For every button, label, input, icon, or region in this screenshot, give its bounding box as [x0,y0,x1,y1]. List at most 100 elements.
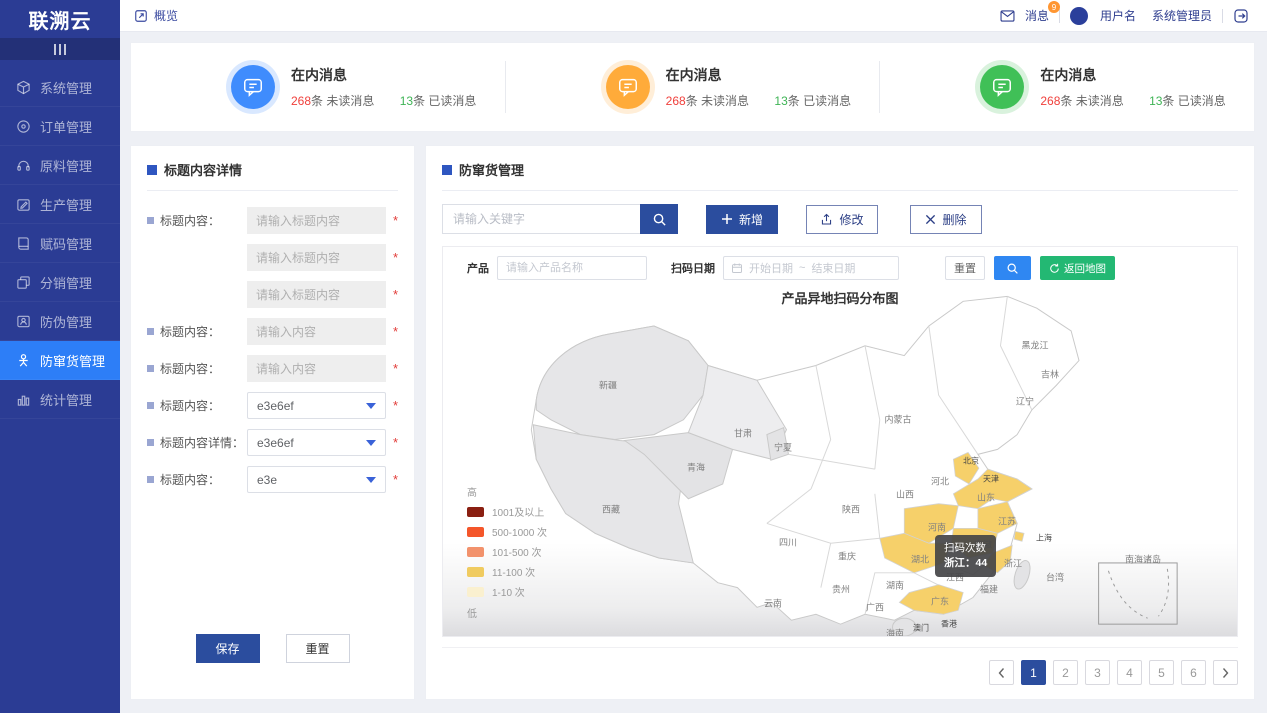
sidebar-item-production[interactable]: 生产管理 [0,185,120,224]
chevron-down-icon [366,403,376,409]
app-logo: 联溯云 [0,0,120,38]
breadcrumb[interactable]: 概览 [154,7,178,24]
page-button-1[interactable]: 1 [1021,660,1046,685]
sidebar-collapse-button[interactable] [0,38,120,60]
save-button[interactable]: 保存 [196,634,260,663]
form-row: 标题内容： e3e [147,466,398,493]
province-label: 广西 [866,601,884,614]
sidebar-item-label: 统计管理 [40,390,92,409]
sidebar-nav: 系统管理 订单管理 原料管理 生产管理 赋码管理 分销管理 防伪管理 防窜货管 [0,68,120,419]
prev-page-button[interactable] [989,660,1014,685]
title-content-select-2[interactable]: e3e [247,466,386,493]
product-label: 产品 [467,260,489,276]
field-label: 标题内容： [147,323,247,340]
product-name-input[interactable] [497,256,647,280]
messages-button[interactable]: 消息 9 [1025,7,1049,24]
required-marker [386,435,398,450]
province-label: 北京 [963,456,979,467]
page-button-5[interactable]: 5 [1149,660,1174,685]
province-label: 江苏 [998,515,1016,528]
cube-icon [16,80,31,95]
map-legend: 高 1001及以上 500-1000 次 101-500 次 11-100 次 … [467,484,547,620]
reset-button[interactable]: 重置 [286,634,350,663]
date-end-placeholder: 结束日期 [811,260,855,276]
username-label[interactable]: 用户名 [1100,7,1136,24]
field-label: 标题内容： [147,397,247,414]
required-marker [386,287,398,302]
form-row: 标题内容： [147,355,398,382]
province-label: 台湾 [1046,571,1064,584]
mail-icon [1000,10,1015,22]
legend-item: 1001及以上 [467,504,547,519]
title-content-select-1[interactable]: e3e6ef [247,392,386,419]
sidebar-item-materials[interactable]: 原料管理 [0,146,120,185]
province-label: 新疆 [599,379,617,392]
page-button-4[interactable]: 4 [1117,660,1142,685]
legend-swatch [467,567,484,577]
title-detail-select[interactable]: e3e6ef [247,429,386,456]
province-label: 海南 [886,627,904,638]
page-button-3[interactable]: 3 [1085,660,1110,685]
summary-cards: 在内消息 268条 未读消息 13条 已读消息 在内消息 268条 未读消息 1… [130,42,1255,132]
legend-swatch [467,507,484,517]
sidebar-item-distribution[interactable]: 分销管理 [0,263,120,302]
required-marker [386,398,398,413]
export-icon [820,213,833,226]
sidebar-item-anticounterfeit[interactable]: 防伪管理 [0,302,120,341]
field-label: 标题内容： [147,360,247,377]
pagination: 1 2 3 4 5 6 [442,647,1238,685]
search-icon [1006,262,1019,275]
sidebar-item-coding[interactable]: 赋码管理 [0,224,120,263]
unread-count: 268 [291,94,311,108]
search-button[interactable] [640,204,678,234]
sidebar-item-statistics[interactable]: 统计管理 [0,380,120,419]
province-label: 山东 [977,491,995,504]
province-label: 澳门 [913,623,929,634]
province-label: 山西 [896,488,914,501]
next-page-button[interactable] [1213,660,1238,685]
province-label: 宁夏 [774,441,792,454]
title-content-input-2[interactable] [247,244,386,271]
sidebar-item-orders[interactable]: 订单管理 [0,107,120,146]
target-icon [16,119,31,134]
page-button-2[interactable]: 2 [1053,660,1078,685]
form-row: 标题内容： e3e6ef [147,392,398,419]
filter-reset-button[interactable]: 重置 [945,256,985,280]
province-label: 河南 [928,521,946,534]
delete-button[interactable]: 删除 [910,205,982,234]
chevron-down-icon [366,440,376,446]
panel-title-text: 标题内容详情 [164,160,242,179]
close-icon [925,214,936,225]
copy-icon [16,275,31,290]
sidebar-item-system[interactable]: 系统管理 [0,68,120,107]
title-content-input-1[interactable] [247,207,386,234]
page-button-6[interactable]: 6 [1181,660,1206,685]
card-counts: 268条 未读消息 13条 已读消息 [1040,92,1225,109]
content-input-2[interactable] [247,355,386,382]
province-label: 上海 [1036,533,1052,544]
field-label: 标题内容： [147,471,247,488]
back-to-map-button[interactable]: 返回地图 [1040,256,1115,280]
province-label: 浙江 [1004,557,1022,570]
avatar[interactable] [1070,7,1088,25]
sidebar-item-antifleeing[interactable]: 防窜货管理 [0,341,120,380]
panel-title-text: 防窜货管理 [459,160,524,179]
edit-button[interactable]: 修改 [806,205,878,234]
date-separator: ~ [799,262,805,274]
field-label: 标题内容详情： [147,434,247,451]
province-label: 四川 [779,536,797,549]
label-marker [147,328,154,335]
read-count: 13 [400,94,413,108]
add-button[interactable]: 新增 [706,205,778,234]
label-marker [147,217,154,224]
topbar: 概览 消息 9 用户名 系统管理员 [120,0,1267,32]
content-input-1[interactable] [247,318,386,345]
keyword-search-input[interactable] [442,204,640,234]
title-content-input-3[interactable] [247,281,386,308]
summary-card-messages-3: 在内消息 268条 未读消息 13条 已读消息 [880,65,1254,109]
filter-search-button[interactable] [994,256,1031,280]
logout-button[interactable] [1233,8,1249,24]
map-title: 产品异地扫码分布图 [443,288,1237,307]
date-range-picker[interactable]: 开始日期 ~ 结束日期 [723,256,899,280]
messages-badge: 9 [1048,1,1060,13]
